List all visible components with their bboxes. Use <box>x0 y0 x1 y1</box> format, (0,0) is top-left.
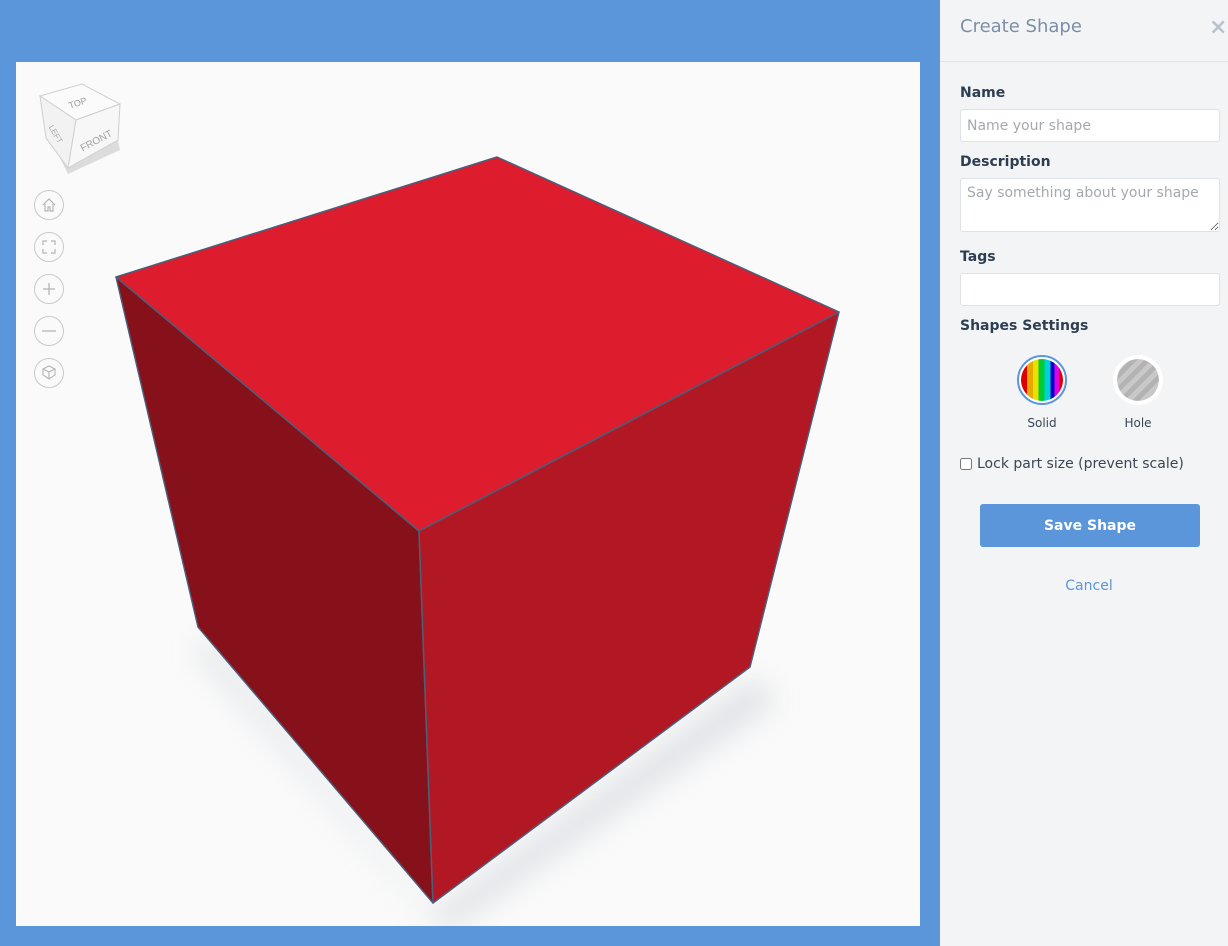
3d-viewport[interactable]: TOP LEFT FRONT <box>16 62 920 926</box>
tags-label: Tags <box>960 249 996 265</box>
tags-input[interactable] <box>960 273 1220 306</box>
shape-option-hole[interactable]: Hole <box>1108 355 1168 430</box>
view-cube[interactable]: TOP LEFT FRONT <box>36 80 126 176</box>
name-label: Name <box>960 85 1006 101</box>
home-view-button[interactable] <box>34 190 64 220</box>
cube-view-icon <box>42 365 56 380</box>
description-textarea[interactable] <box>960 178 1220 232</box>
workplane-scene[interactable] <box>16 62 920 926</box>
cancel-link[interactable]: Cancel <box>940 578 1228 594</box>
hole-swatch-icon <box>1113 355 1163 405</box>
panel-header: Create Shape × <box>940 0 1228 62</box>
perspective-toggle-button[interactable] <box>34 358 64 388</box>
plus-icon <box>43 283 55 295</box>
save-shape-button[interactable]: Save Shape <box>980 504 1200 547</box>
solid-label: Solid <box>1027 416 1057 430</box>
lock-part-size-row[interactable]: Lock part size (prevent scale) <box>960 456 1184 472</box>
minus-icon <box>42 330 56 332</box>
create-shape-panel: Create Shape × Name Description Tags Sha… <box>940 0 1228 946</box>
lock-part-size-label: Lock part size (prevent scale) <box>977 456 1184 472</box>
shape-option-solid[interactable]: Solid <box>1012 355 1072 430</box>
fit-view-icon <box>42 240 56 254</box>
lock-part-size-checkbox[interactable] <box>960 458 972 470</box>
description-label: Description <box>960 154 1051 170</box>
home-icon <box>42 198 56 212</box>
panel-title: Create Shape <box>960 16 1082 37</box>
zoom-in-button[interactable] <box>34 274 64 304</box>
hole-label: Hole <box>1124 416 1152 430</box>
zoom-out-button[interactable] <box>34 316 64 346</box>
shapes-settings-label: Shapes Settings <box>960 318 1089 334</box>
close-icon[interactable]: × <box>1209 14 1227 42</box>
solid-swatch-icon <box>1017 355 1067 405</box>
fit-view-button[interactable] <box>34 232 64 262</box>
name-input[interactable] <box>960 109 1220 142</box>
